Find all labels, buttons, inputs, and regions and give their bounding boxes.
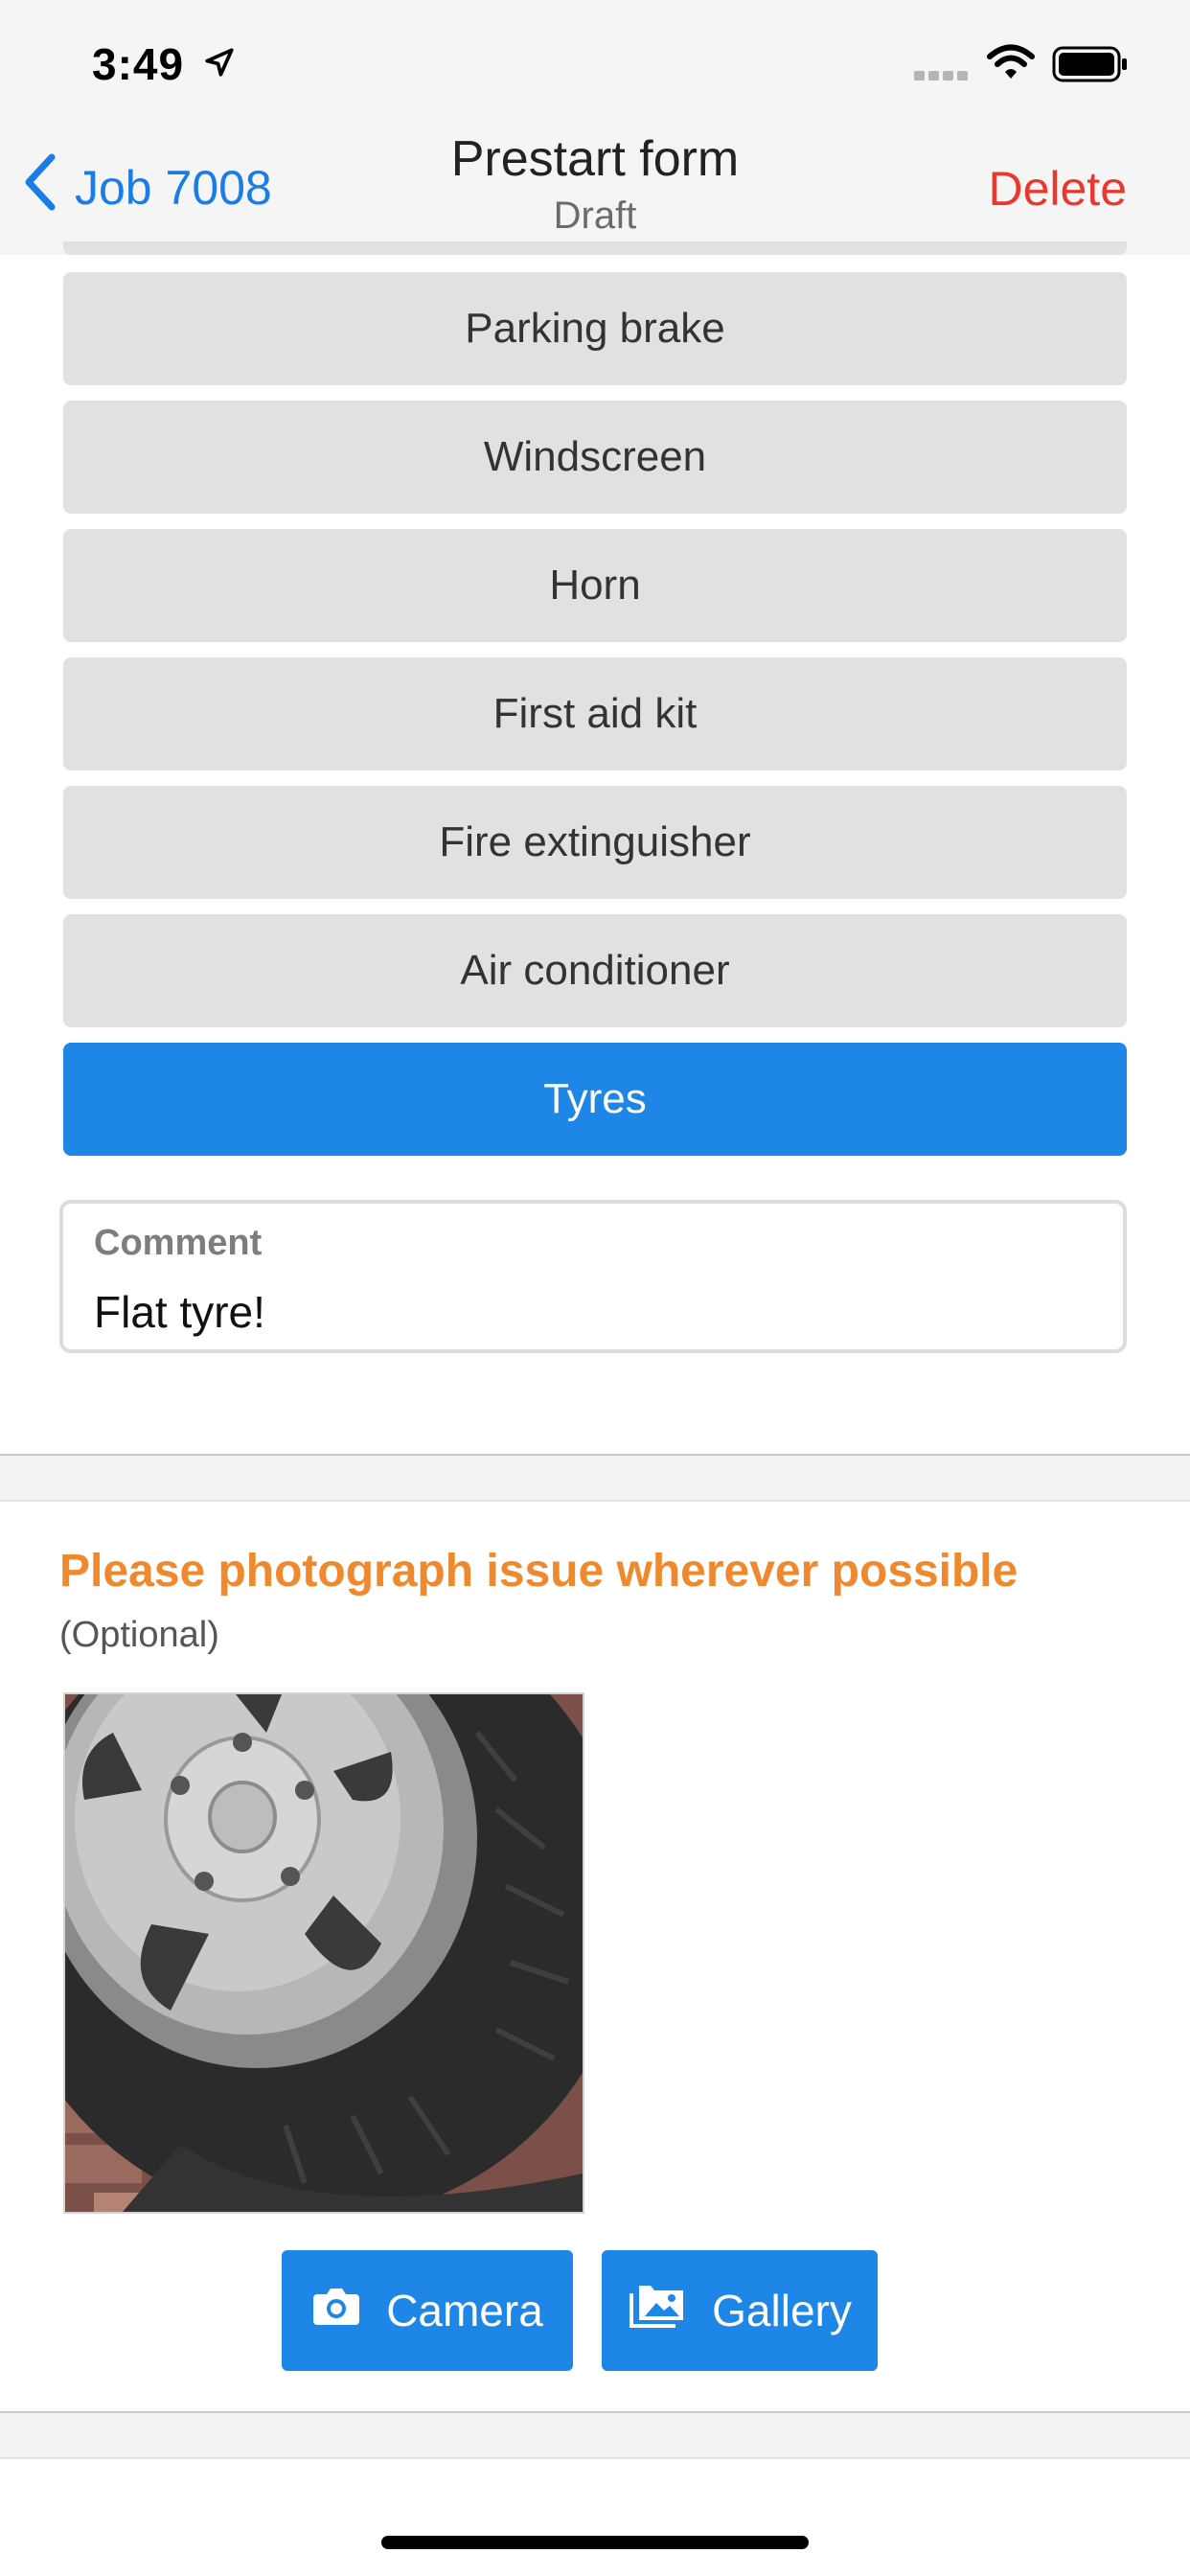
option-horn[interactable]: Horn [63, 529, 1127, 642]
signal-icon [914, 69, 972, 87]
camera-button[interactable]: Camera [282, 2250, 573, 2371]
gallery-icon [628, 2282, 712, 2340]
attached-photo-thumbnail[interactable] [63, 1692, 584, 2214]
photo-prompt-subtitle: (Optional) [59, 1615, 219, 1655]
bottom-divider [0, 2411, 1190, 2459]
wifi-icon [987, 44, 1035, 85]
comment-field[interactable]: Comment Flat tyre! [59, 1200, 1127, 1353]
camera-icon [311, 2285, 386, 2337]
comment-value[interactable]: Flat tyre! [94, 1286, 265, 1338]
battery-icon [1052, 46, 1129, 87]
option-parking-brake[interactable]: Parking brake [63, 272, 1127, 385]
section-divider [0, 1454, 1190, 1502]
delete-button[interactable]: Delete [988, 161, 1127, 217]
checklist-options: Parking brake Windscreen Horn First aid … [63, 272, 1127, 1171]
gallery-button[interactable]: Gallery [602, 2250, 878, 2371]
option-fire-extinguisher[interactable]: Fire extinguisher [63, 786, 1127, 899]
option-first-aid-kit[interactable]: First aid kit [63, 657, 1127, 770]
option-tyres[interactable]: Tyres [63, 1043, 1127, 1156]
status-time: 3:49 [92, 39, 185, 89]
option-button-partial[interactable] [63, 242, 1127, 255]
gallery-button-label: Gallery [712, 2286, 852, 2335]
location-arrow-icon [203, 46, 236, 83]
option-air-conditioner[interactable]: Air conditioner [63, 914, 1127, 1027]
camera-button-label: Camera [386, 2286, 543, 2335]
comment-label: Comment [94, 1223, 263, 1263]
photo-prompt-title: Please photograph issue wherever possibl… [59, 1546, 1018, 1597]
home-indicator[interactable] [381, 2536, 809, 2549]
option-windscreen[interactable]: Windscreen [63, 401, 1127, 514]
